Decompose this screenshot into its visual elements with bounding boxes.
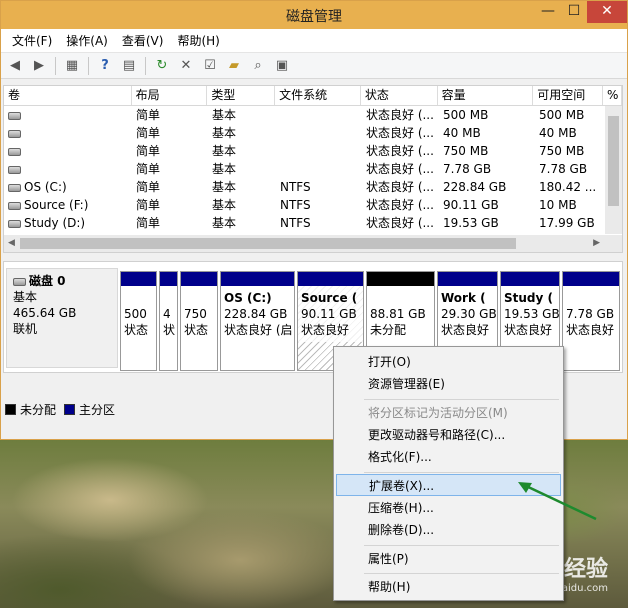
maximize-button[interactable]: ☐ bbox=[561, 1, 587, 23]
partition-band bbox=[501, 272, 559, 286]
drive-icon bbox=[8, 129, 21, 138]
drive-icon bbox=[8, 165, 21, 174]
partition-band bbox=[160, 272, 177, 286]
menu-separator bbox=[364, 472, 559, 473]
partition-block[interactable]: 500 状态 bbox=[120, 271, 157, 371]
partition-band bbox=[221, 272, 294, 286]
scroll-left-icon[interactable]: ◀ bbox=[8, 238, 15, 248]
toolbar: ◀ ▶ ▦ ? ▤ ↻ ✕ ☑ ▰ ⌕ ▣ bbox=[1, 53, 627, 79]
table-row[interactable]: Study (D:) 简单 基本 NTFS 状态良好 (... 19.53 GB… bbox=[4, 214, 622, 232]
menu-item-open[interactable]: 打开(O) bbox=[336, 351, 561, 373]
disk-name: 磁盘 0 bbox=[29, 274, 66, 288]
forward-icon[interactable]: ▶ bbox=[29, 56, 49, 76]
partition-band bbox=[563, 272, 619, 286]
drive-icon bbox=[8, 201, 21, 210]
menu-view[interactable]: 查看(V) bbox=[115, 32, 171, 49]
refresh-icon[interactable]: ↻ bbox=[152, 56, 172, 76]
disk-status: 联机 bbox=[13, 322, 38, 336]
header-capacity[interactable]: 容量 bbox=[438, 86, 534, 105]
unallocated-swatch bbox=[5, 404, 16, 415]
menu-bar: 文件(F) 操作(A) 查看(V) 帮助(H) bbox=[1, 29, 627, 53]
table-row[interactable]: 简单 基本 状态良好 (... 750 MB 750 MB bbox=[4, 142, 622, 160]
table-row[interactable]: 简单 基本 状态良好 (... 7.78 GB 7.78 GB bbox=[4, 160, 622, 178]
disk-info-panel[interactable]: 磁盘 0 基本 465.64 GB 联机 bbox=[6, 268, 118, 368]
partition-block[interactable]: 750 状态 bbox=[180, 271, 218, 371]
header-status[interactable]: 状态 bbox=[361, 86, 438, 105]
menu-separator bbox=[364, 573, 559, 574]
legend-unallocated: 未分配 bbox=[20, 403, 57, 417]
console-tree-icon[interactable]: ▦ bbox=[62, 56, 82, 76]
table-row[interactable]: 简单 基本 状态良好 (... 40 MB 40 MB bbox=[4, 124, 622, 142]
drive-icon bbox=[8, 111, 21, 120]
drive-icon bbox=[8, 219, 21, 228]
menu-item-mark-active[interactable]: 将分区标记为活动分区(M) bbox=[336, 402, 561, 424]
header-percent[interactable]: % bbox=[603, 86, 622, 105]
annotation-arrow-icon bbox=[518, 482, 597, 521]
window-title: 磁盘管理 bbox=[286, 9, 342, 25]
help-icon[interactable]: ? bbox=[95, 56, 115, 76]
partition-os-c[interactable]: OS (C:) 228.84 GB 状态良好 (启 bbox=[220, 271, 295, 371]
minimize-button[interactable]: — bbox=[535, 1, 561, 23]
header-layout[interactable]: 布局 bbox=[132, 86, 208, 105]
menu-item-change-letter[interactable]: 更改驱动器号和路径(C)... bbox=[336, 424, 561, 446]
disk-icon bbox=[13, 277, 26, 286]
disk-type: 基本 bbox=[13, 290, 38, 304]
back-icon[interactable]: ◀ bbox=[5, 56, 25, 76]
menu-file[interactable]: 文件(F) bbox=[5, 32, 59, 49]
scroll-right-icon[interactable]: ▶ bbox=[593, 238, 600, 248]
vertical-scroll-thumb[interactable] bbox=[608, 116, 619, 206]
partition-band bbox=[438, 272, 497, 286]
partition-block[interactable]: 4状 bbox=[159, 271, 178, 371]
volume-list-header: 卷 布局 类型 文件系统 状态 容量 可用空间 % bbox=[4, 86, 622, 106]
header-type[interactable]: 类型 bbox=[207, 86, 276, 105]
legend: 未分配 主分区 bbox=[5, 401, 115, 418]
context-menu: 打开(O) 资源管理器(E) 将分区标记为活动分区(M) 更改驱动器号和路径(C… bbox=[333, 346, 564, 601]
close-button[interactable]: ✕ bbox=[587, 1, 627, 23]
header-volume[interactable]: 卷 bbox=[4, 86, 132, 105]
search-icon[interactable]: ⌕ bbox=[248, 56, 268, 76]
drive-icon bbox=[8, 183, 21, 192]
show-hide-icon[interactable]: ▤ bbox=[119, 56, 139, 76]
properties-icon[interactable]: ☑ bbox=[200, 56, 220, 76]
table-row[interactable]: Source (F:) 简单 基本 NTFS 状态良好 (... 90.11 G… bbox=[4, 196, 622, 214]
open-folder-icon[interactable]: ▰ bbox=[224, 56, 244, 76]
menu-action[interactable]: 操作(A) bbox=[59, 32, 115, 49]
menu-item-help[interactable]: 帮助(H) bbox=[336, 576, 561, 598]
header-free-space[interactable]: 可用空间 bbox=[533, 86, 604, 105]
menu-item-format[interactable]: 格式化(F)... bbox=[336, 446, 561, 468]
menu-item-properties[interactable]: 属性(P) bbox=[336, 548, 561, 570]
menu-item-explorer[interactable]: 资源管理器(E) bbox=[336, 373, 561, 395]
drive-icon bbox=[8, 147, 21, 156]
disk-properties-icon[interactable]: ▣ bbox=[272, 56, 292, 76]
volume-list: 卷 布局 类型 文件系统 状态 容量 可用空间 % 简单 基本 状态良好 (..… bbox=[3, 85, 623, 253]
vertical-scrollbar[interactable] bbox=[605, 106, 622, 234]
toolbar-separator bbox=[145, 56, 146, 75]
table-row[interactable]: 简单 基本 状态良好 (... 500 MB 500 MB bbox=[4, 106, 622, 124]
partition-block[interactable]: 7.78 GB 状态良好 bbox=[562, 271, 620, 371]
horizontal-scrollbar[interactable]: ◀ ▶ bbox=[4, 235, 622, 252]
toolbar-separator bbox=[88, 56, 89, 75]
partition-band bbox=[367, 272, 434, 286]
menu-help[interactable]: 帮助(H) bbox=[170, 32, 226, 49]
toolbar-separator bbox=[55, 56, 56, 75]
title-bar: 磁盘管理 — ☐ ✕ bbox=[1, 1, 627, 29]
table-row[interactable]: OS (C:) 简单 基本 NTFS 状态良好 (... 228.84 GB 1… bbox=[4, 178, 622, 196]
primary-swatch bbox=[64, 404, 76, 415]
partition-band bbox=[121, 272, 156, 286]
horizontal-scroll-thumb[interactable] bbox=[20, 238, 516, 249]
partition-band bbox=[298, 272, 363, 286]
menu-separator bbox=[364, 399, 559, 400]
partition-band bbox=[181, 272, 217, 286]
disk-size: 465.64 GB bbox=[13, 306, 77, 320]
legend-primary: 主分区 bbox=[79, 403, 116, 417]
header-filesystem[interactable]: 文件系统 bbox=[275, 86, 361, 105]
menu-separator bbox=[364, 545, 559, 546]
delete-icon[interactable]: ✕ bbox=[176, 56, 196, 76]
